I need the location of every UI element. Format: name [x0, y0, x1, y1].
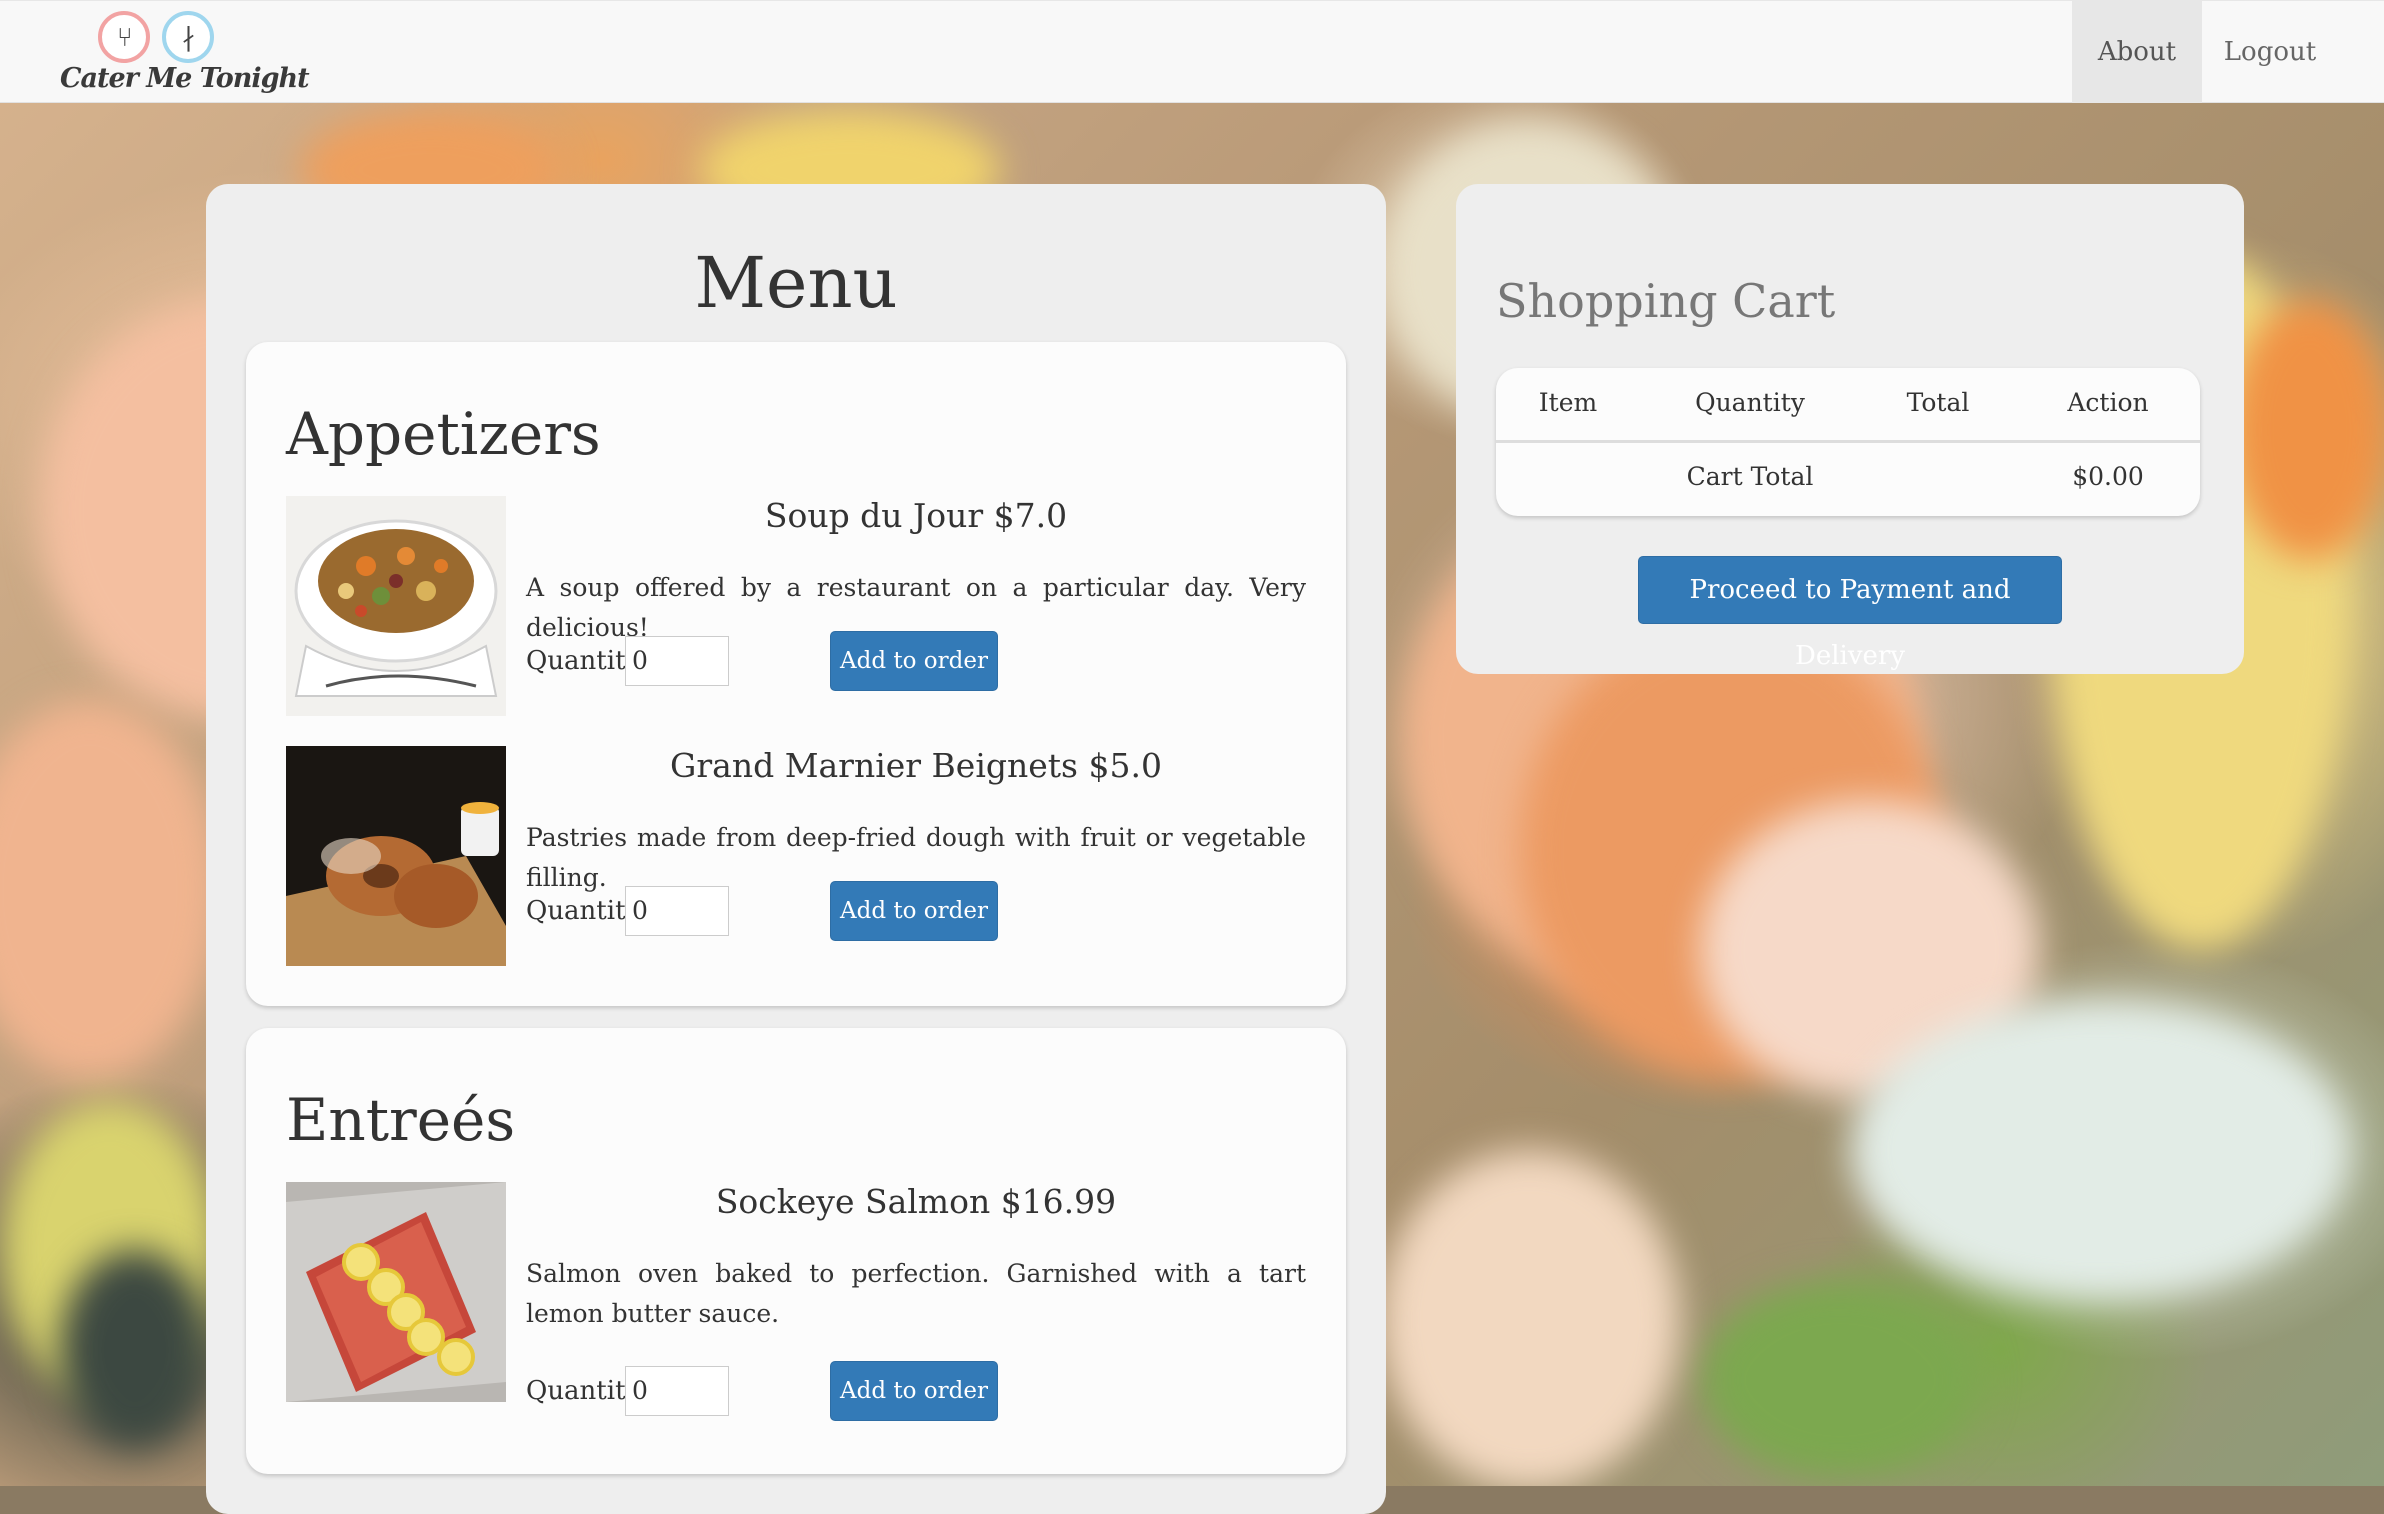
soup-photo: [286, 496, 506, 716]
quantity-label: Quantity: [526, 896, 641, 926]
item-title: Soup du Jour $7.0: [764, 496, 1068, 535]
menu-panel: Menu Appetizers Soup du Jour $7.0 A soup: [206, 184, 1386, 1514]
proceed-to-payment-button[interactable]: Proceed to Payment and Delivery: [1638, 556, 2062, 671]
menu-title: Menu: [694, 242, 898, 324]
menu-item-salmon: Sockeye Salmon $16.99 Salmon oven baked …: [286, 1182, 1306, 1421]
knife-icon: ∤: [182, 23, 195, 53]
column-header-action: Action: [2067, 388, 2149, 417]
quantity-label: Quantity: [526, 1376, 641, 1406]
column-header-total: Total: [1906, 388, 1970, 417]
column-header-item: Item: [1538, 388, 1598, 417]
logo-text: Cater Me Tonight: [60, 63, 310, 94]
item-title: Grand Marnier Beignets $5.0: [670, 746, 1162, 785]
add-to-order-button[interactable]: Add to order: [830, 881, 998, 941]
quantity-input[interactable]: 0: [625, 636, 729, 686]
cart-table: Item Quantity Total Action Cart Total $0…: [1496, 368, 2200, 516]
logo[interactable]: ⑂ ∤ Cater Me Tonight: [58, 11, 310, 101]
cart-total-label: Cart Total: [1686, 462, 1814, 491]
item-title: Sockeye Salmon $16.99: [715, 1182, 1117, 1221]
entrees-card: Entreés Sockeye Salmon $16.99 Salmon ove…: [246, 1028, 1346, 1474]
nav-about-link[interactable]: About: [2072, 1, 2202, 103]
fork-icon: ⑂: [117, 23, 133, 53]
column-header-quantity: Quantity: [1695, 388, 1805, 417]
table-header-divider: [1496, 440, 2200, 443]
shopping-cart-panel: Shopping Cart Item Quantity Total Action…: [1456, 184, 2244, 674]
quantity-input[interactable]: 0: [625, 1366, 729, 1416]
salmon-photo: [286, 1182, 506, 1402]
cart-total-value: $0.00: [2072, 462, 2144, 491]
quantity-label: Quantity: [526, 646, 641, 676]
add-to-order-button[interactable]: Add to order: [830, 631, 998, 691]
quantity-input[interactable]: 0: [625, 886, 729, 936]
nav-logout-link[interactable]: Logout: [2202, 1, 2338, 103]
section-heading-entrees: Entreés: [286, 1086, 516, 1154]
beignets-photo: [286, 746, 506, 966]
menu-item-beignets: Grand Marnier Beignets $5.0 Pastries mad…: [286, 746, 1306, 966]
cart-title: Shopping Cart: [1496, 274, 1836, 328]
item-description: Salmon oven baked to perfection. Garnish…: [526, 1259, 1306, 1328]
add-to-order-button[interactable]: Add to order: [830, 1361, 998, 1421]
menu-item-soup: Soup du Jour $7.0 A soup offered by a re…: [286, 496, 1306, 716]
appetizers-card: Appetizers Soup du Jour $7.0 A soup offe…: [246, 342, 1346, 1006]
navbar: ⑂ ∤ Cater Me Tonight About Logout: [0, 0, 2384, 103]
section-heading-appetizers: Appetizers: [286, 400, 601, 468]
